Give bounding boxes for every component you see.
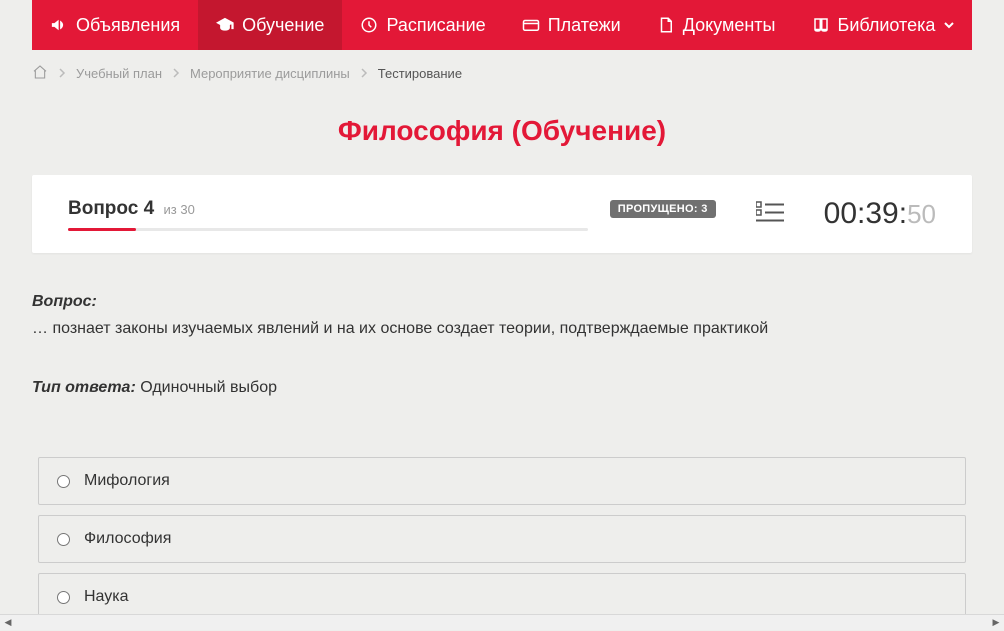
home-icon[interactable]	[32, 64, 48, 83]
book-icon	[812, 16, 830, 34]
scroll-left-icon[interactable]: ◀	[0, 615, 16, 631]
clock-icon	[360, 16, 378, 34]
question-label: Вопрос:	[32, 293, 972, 311]
question-number-label: Вопрос 4	[68, 198, 159, 219]
breadcrumb: Учебный план Мероприятие дисциплины Тести…	[32, 50, 972, 97]
nav-tab-label: Обучение	[242, 15, 324, 36]
answer-radio-1[interactable]	[57, 533, 70, 546]
breadcrumb-current: Тестирование	[378, 66, 462, 81]
answer-options: Мифология Философия Наука	[32, 457, 972, 614]
breadcrumb-link-0[interactable]: Учебный план	[76, 66, 162, 81]
nav-tab-4[interactable]: Документы	[639, 0, 794, 50]
horizontal-scrollbar[interactable]: ◀ ▶	[0, 614, 1004, 630]
answer-radio-2[interactable]	[57, 591, 70, 604]
megaphone-icon	[50, 16, 68, 34]
progress-bar	[68, 228, 588, 231]
answer-option-0[interactable]: Мифология	[38, 457, 966, 505]
quiz-header: Вопрос 4 из 30 ПРОПУЩЕНО: 3	[32, 175, 972, 253]
answer-option-text: Мифология	[84, 472, 170, 490]
nav-tab-label: Библиотека	[838, 15, 936, 36]
main-nav: Объявления Обучение Расписание Платежи Докум…	[32, 0, 972, 50]
question-count: из 30	[163, 202, 194, 217]
answer-option-text: Философия	[84, 530, 171, 548]
scroll-right-icon[interactable]: ▶	[988, 615, 1004, 631]
chevron-right-icon	[58, 66, 66, 81]
document-icon	[657, 16, 675, 34]
nav-tab-label: Объявления	[76, 15, 180, 36]
breadcrumb-link-1[interactable]: Мероприятие дисциплины	[190, 66, 350, 81]
nav-tab-0[interactable]: Объявления	[32, 0, 198, 50]
page-title: Философия (Обучение)	[32, 97, 972, 175]
chevron-right-icon	[360, 66, 368, 81]
skipped-badge: ПРОПУЩЕНО: 3	[610, 200, 716, 218]
timer: 00:39:50	[824, 197, 936, 231]
nav-tab-label: Документы	[683, 15, 776, 36]
graduation-icon	[216, 16, 234, 34]
card-icon	[522, 16, 540, 34]
nav-tab-1[interactable]: Обучение	[198, 0, 342, 50]
answer-radio-0[interactable]	[57, 475, 70, 488]
answer-option-1[interactable]: Философия	[38, 515, 966, 563]
nav-tab-5[interactable]: Библиотека	[794, 0, 974, 50]
answer-option-2[interactable]: Наука	[38, 573, 966, 614]
nav-tab-2[interactable]: Расписание	[342, 0, 503, 50]
chevron-down-icon	[943, 19, 955, 31]
nav-tab-label: Платежи	[548, 15, 621, 36]
answer-option-text: Наука	[84, 588, 129, 606]
question-text: … познает законы изучаемых явлений и на …	[32, 317, 972, 341]
nav-tab-label: Расписание	[386, 15, 485, 36]
answer-type: Тип ответа: Одиночный выбор	[32, 379, 972, 397]
question-list-icon[interactable]	[756, 200, 784, 229]
chevron-right-icon	[172, 66, 180, 81]
nav-tab-3[interactable]: Платежи	[504, 0, 639, 50]
